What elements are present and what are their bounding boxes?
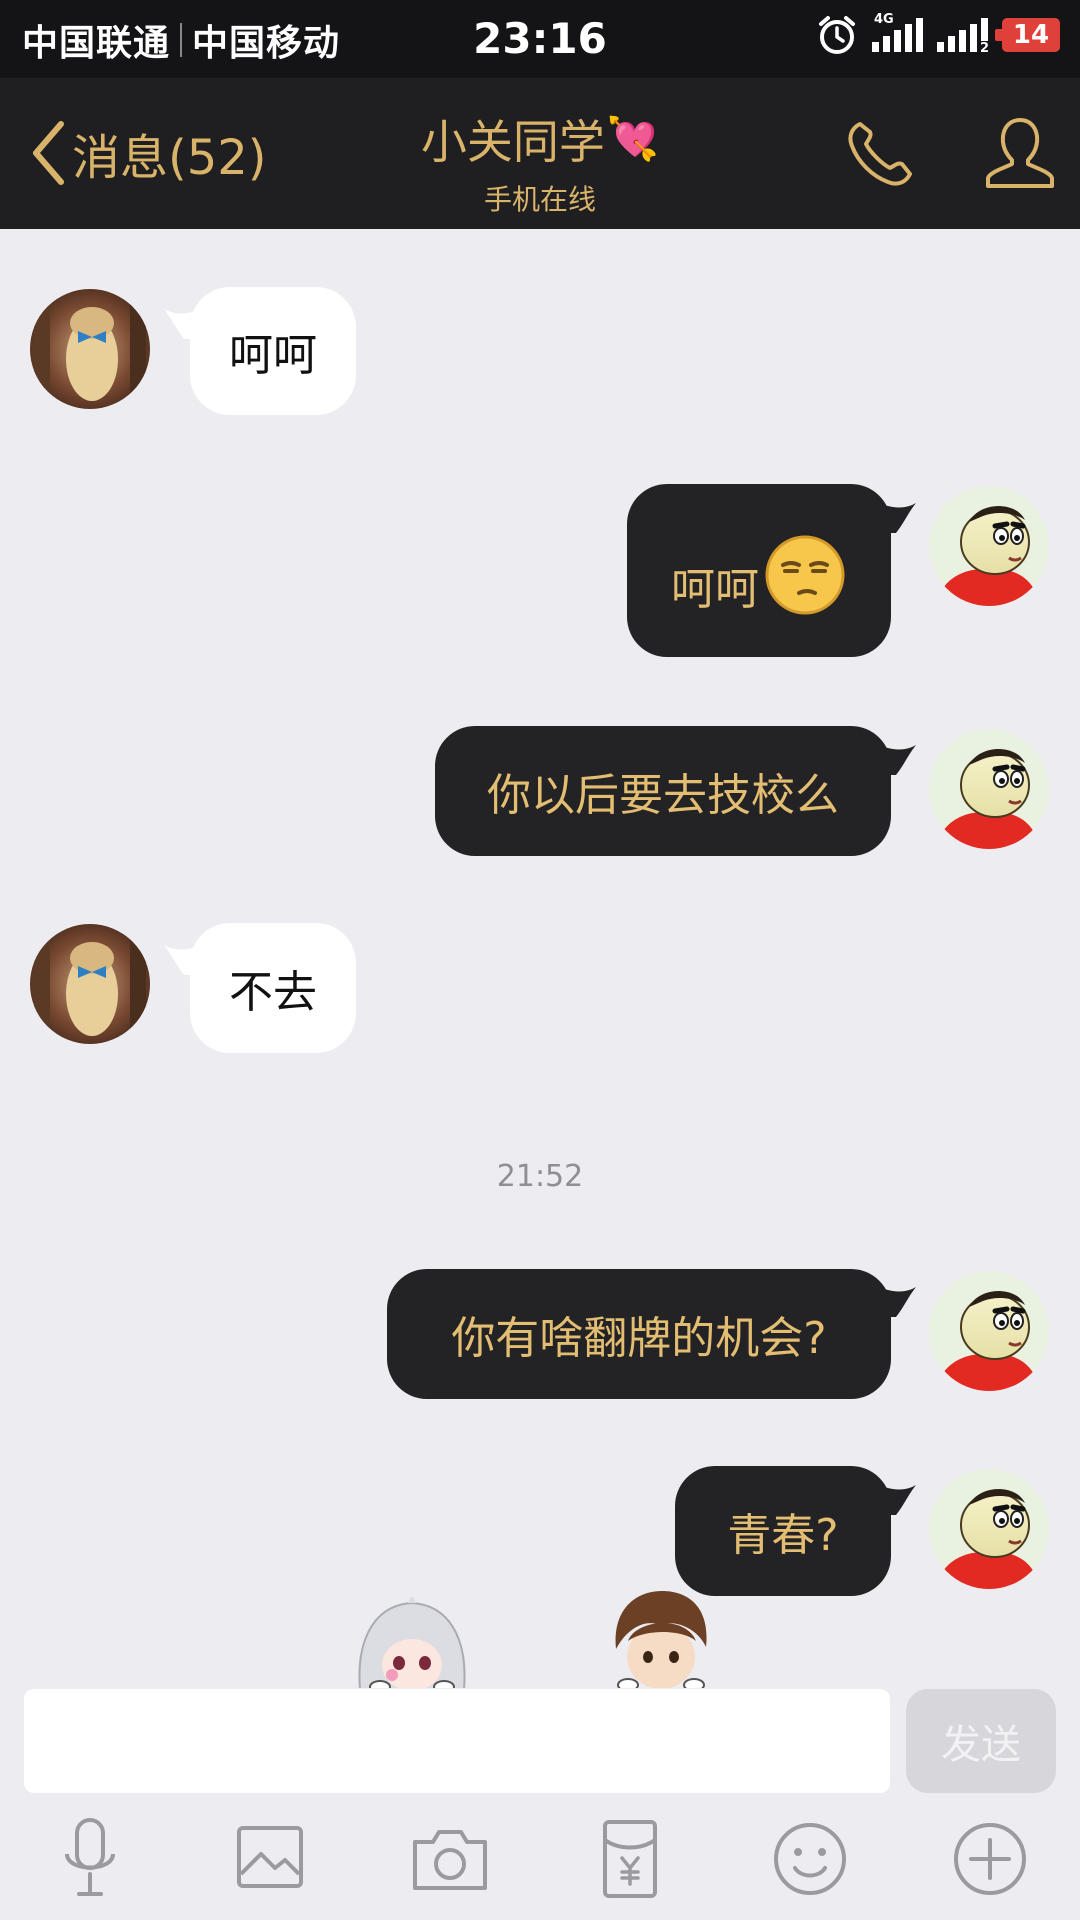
heart-arrow-icon: 💘 (606, 114, 660, 163)
message-bubble-outgoing[interactable]: 你以后要去技校么 (435, 726, 891, 856)
network-type-label: 4G (874, 12, 894, 27)
sim-2-label: 2 (978, 41, 990, 56)
phone-icon[interactable] (840, 114, 920, 194)
alarm-clock-icon (819, 16, 855, 54)
message-text: 你有啥翻牌的机会? (451, 1313, 827, 1364)
bubble-tail (880, 503, 916, 533)
emoji-icon[interactable] (765, 1814, 855, 1904)
message-bubble-outgoing[interactable]: 呵呵 (627, 484, 891, 657)
message-timestamp: 21:52 (496, 1159, 584, 1194)
input-toolbar (0, 1814, 1080, 1920)
my-avatar[interactable] (929, 1469, 1049, 1589)
message-text: 呵呵 (671, 563, 759, 615)
plus-icon[interactable] (945, 1814, 1035, 1904)
message-input[interactable] (24, 1689, 890, 1793)
contact-avatar[interactable] (30, 924, 150, 1044)
red-packet-icon[interactable] (585, 1814, 675, 1904)
smirk-face-icon (765, 535, 845, 614)
peeking-boy-icon (615, 1591, 707, 1689)
chat-area[interactable]: 呵呵 呵呵 你以后要去技校么 不去 21:52 你有啥翻牌的机会? 青春? (0, 229, 1080, 1689)
bubble-tail (880, 1485, 916, 1515)
status-indicators: 4G 2 14 (816, 12, 1060, 56)
chat-title[interactable]: 小关同学 💘 (421, 106, 659, 172)
signal-icon: 2 (937, 18, 990, 56)
input-bar: 发送 (0, 1688, 1080, 1920)
peeking-girl-icon (358, 1597, 466, 1689)
send-button[interactable]: 发送 (906, 1689, 1056, 1793)
message-text: 不去 (229, 967, 317, 1018)
nav-bar: 消息(52) 小关同学 💘 手机在线 (0, 78, 1080, 229)
message-bubble-incoming[interactable]: 不去 (190, 923, 356, 1053)
bubble-tail (880, 745, 916, 775)
message-text: 青春? (727, 1510, 839, 1561)
my-avatar[interactable] (929, 486, 1049, 606)
camera-icon[interactable] (405, 1814, 495, 1904)
signal-icon: 4G (872, 12, 923, 52)
message-text: 呵呵 (229, 330, 317, 381)
contact-avatar[interactable] (30, 289, 150, 409)
bubble-tail (880, 1287, 916, 1317)
message-bubble-outgoing[interactable]: 你有啥翻牌的机会? (387, 1269, 891, 1399)
contact-name: 小关同学 (420, 115, 605, 169)
my-avatar[interactable] (929, 1271, 1049, 1391)
my-avatar[interactable] (929, 729, 1049, 849)
message-bubble-incoming[interactable]: 呵呵 (190, 287, 356, 415)
microphone-icon[interactable] (45, 1814, 135, 1904)
battery-indicator: 14 (995, 18, 1060, 52)
message-bubble-outgoing[interactable]: 青春? (675, 1466, 891, 1596)
message-text: 你以后要去技校么 (487, 770, 839, 821)
profile-icon[interactable] (980, 114, 1060, 194)
status-bar: 中国联通 中国移动 23:16 4G 2 14 (0, 0, 1080, 78)
image-icon[interactable] (225, 1814, 315, 1904)
